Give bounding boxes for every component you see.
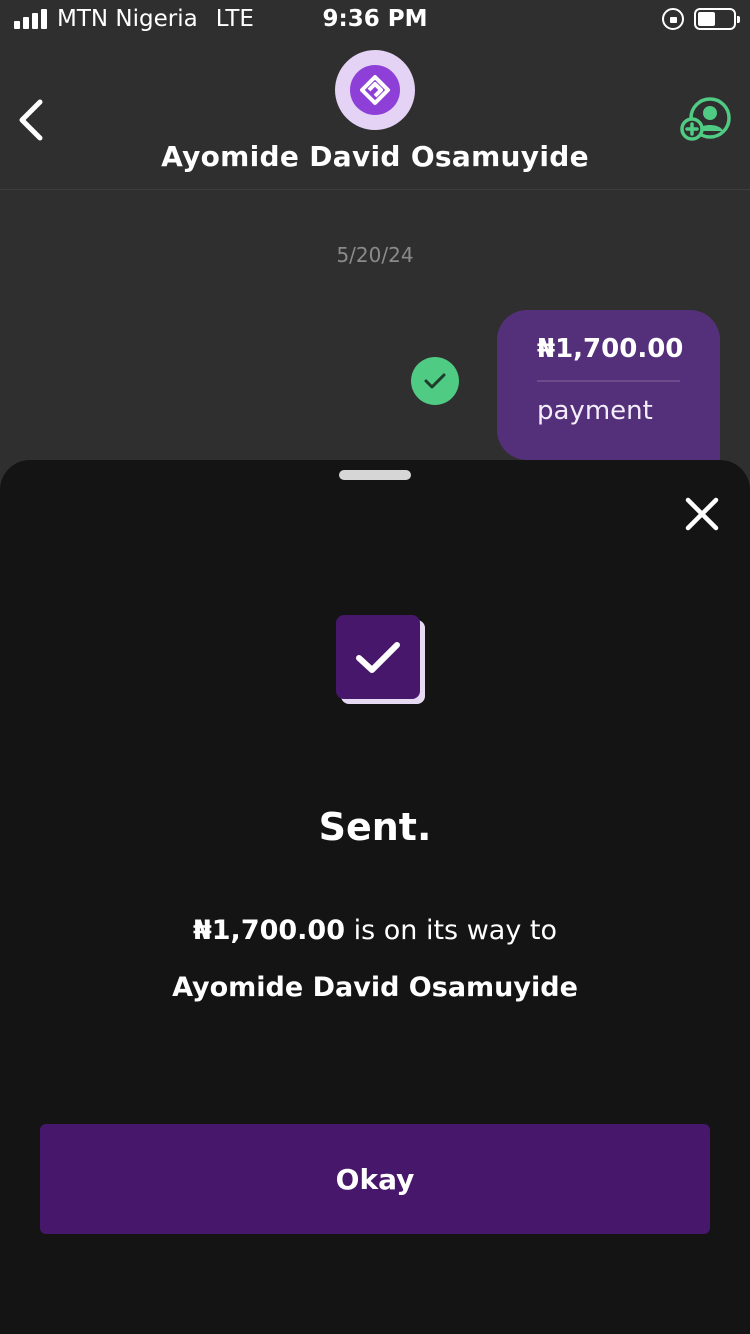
date-divider: 5/20/24 xyxy=(336,243,414,267)
sent-message: ₦1,700.00 is on its way to xyxy=(0,915,750,946)
rotation-lock-icon xyxy=(662,8,684,30)
payment-message-bubble[interactable]: ₦1,700.00 payment xyxy=(497,310,720,460)
sent-message-suffix: is on its way to xyxy=(345,915,557,946)
checkbox-check-icon xyxy=(334,613,428,705)
sent-title: Sent. xyxy=(318,805,432,849)
status-time: 9:36 PM xyxy=(322,6,428,32)
avatar[interactable] xyxy=(335,50,415,130)
status-right xyxy=(662,8,740,30)
app-logo-icon xyxy=(350,65,400,115)
okay-button[interactable]: Okay xyxy=(40,1124,710,1234)
sent-amount: ₦1,700.00 xyxy=(192,915,346,946)
message-amount: ₦1,700.00 xyxy=(537,334,683,382)
icon-box xyxy=(336,615,420,699)
battery-fill xyxy=(698,12,715,26)
chevron-left-icon[interactable] xyxy=(14,96,50,144)
message-note: payment xyxy=(537,396,653,426)
check-circle-icon xyxy=(411,357,459,405)
sheet-grabber[interactable] xyxy=(339,470,411,480)
close-icon[interactable] xyxy=(684,496,720,532)
sent-recipient: Ayomide David Osamuyide xyxy=(172,972,578,1003)
battery-icon xyxy=(694,8,740,30)
contact-name: Ayomide David Osamuyide xyxy=(161,140,589,173)
chat-header: Ayomide David Osamuyide xyxy=(0,40,750,190)
payment-sent-sheet: Sent. ₦1,700.00 is on its way to Ayomide… xyxy=(0,460,750,1334)
status-bar: MTN Nigeria LTE 9:36 PM xyxy=(0,0,750,40)
add-contact-icon[interactable] xyxy=(680,96,732,144)
